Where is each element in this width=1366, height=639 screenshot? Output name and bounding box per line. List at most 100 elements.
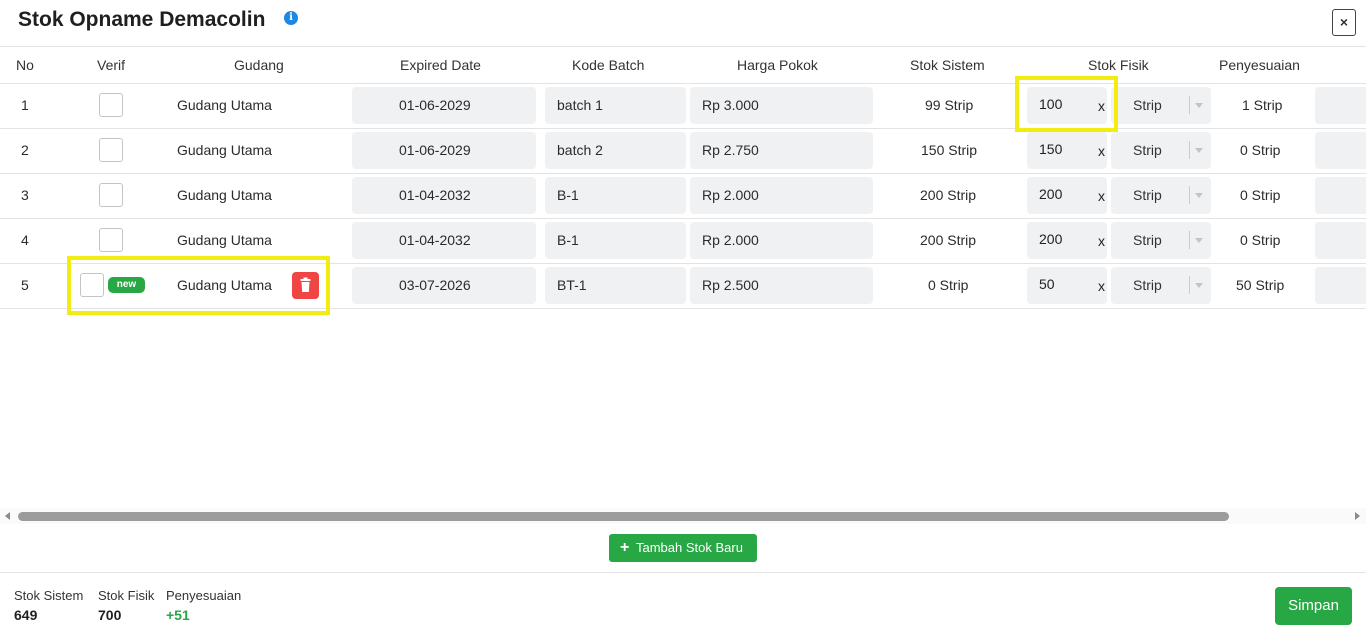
info-icon[interactable]: i bbox=[284, 11, 298, 25]
select-separator bbox=[1189, 141, 1190, 159]
unit-select[interactable]: Strip bbox=[1111, 132, 1211, 169]
scrollbar-thumb[interactable] bbox=[18, 512, 1229, 521]
scroll-left-icon[interactable] bbox=[5, 512, 10, 520]
scroll-right-icon[interactable] bbox=[1355, 512, 1360, 520]
stok-opname-modal: Stok Opname Demacolin i × No Verif Gudan… bbox=[0, 0, 1366, 639]
header-penyesuaian: Penyesuaian bbox=[1219, 57, 1300, 73]
select-separator bbox=[1189, 96, 1190, 114]
harga-pokok-field[interactable]: Rp 2.000 bbox=[690, 222, 873, 259]
add-stock-button[interactable]: + Tambah Stok Baru bbox=[609, 534, 757, 562]
kode-batch-field[interactable]: batch 2 bbox=[545, 132, 686, 169]
action-field[interactable] bbox=[1315, 132, 1366, 169]
expired-date-field[interactable]: 01-06-2029 bbox=[352, 132, 536, 169]
gudang-name: Gudang Utama bbox=[177, 142, 272, 158]
divider bbox=[0, 46, 1366, 47]
unit-select[interactable]: Strip bbox=[1111, 222, 1211, 259]
gudang-name: Gudang Utama bbox=[177, 97, 272, 113]
unit-value: Strip bbox=[1133, 97, 1162, 113]
table-row: 1 Gudang Utama 01-06-2029 batch 1 Rp 3.0… bbox=[0, 83, 1366, 128]
select-separator bbox=[1189, 276, 1190, 294]
action-field[interactable] bbox=[1315, 222, 1366, 259]
summary-penyesuaian-value: +51 bbox=[166, 607, 190, 623]
chevron-down-icon bbox=[1195, 148, 1203, 153]
close-button[interactable]: × bbox=[1332, 9, 1356, 36]
stok-fisik-input[interactable]: 50 x bbox=[1027, 267, 1107, 304]
row-number: 5 bbox=[21, 277, 29, 293]
stok-sistem-value: 150 Strip bbox=[921, 142, 978, 158]
plus-icon: + bbox=[620, 539, 630, 556]
stok-fisik-value: 200 bbox=[1039, 186, 1063, 202]
header-stok-sistem: Stok Sistem bbox=[910, 57, 985, 73]
action-field[interactable] bbox=[1315, 177, 1366, 214]
kode-batch-field[interactable]: B-1 bbox=[545, 222, 686, 259]
stok-fisik-input[interactable]: 150 x bbox=[1027, 132, 1107, 169]
stok-sistem-value: 0 Strip bbox=[928, 277, 969, 293]
row-number: 4 bbox=[21, 232, 29, 248]
header-expired-date: Expired Date bbox=[400, 57, 481, 73]
unit-select[interactable]: Strip bbox=[1111, 267, 1211, 304]
expired-date-field[interactable]: 01-06-2029 bbox=[352, 87, 536, 124]
summary-stok-sistem-label: Stok Sistem bbox=[14, 588, 84, 603]
penyesuaian-value: 1 Strip bbox=[1242, 97, 1283, 113]
expired-date-field[interactable]: 01-04-2032 bbox=[352, 177, 536, 214]
verif-checkbox[interactable] bbox=[99, 228, 123, 252]
select-separator bbox=[1189, 231, 1190, 249]
unit-select[interactable]: Strip bbox=[1111, 87, 1211, 124]
unit-value: Strip bbox=[1133, 232, 1162, 248]
modal-title: Stok Opname Demacolin bbox=[18, 8, 266, 31]
penyesuaian-value: 0 Strip bbox=[1240, 187, 1281, 203]
action-field[interactable] bbox=[1315, 267, 1366, 304]
header-gudang: Gudang bbox=[234, 57, 284, 73]
summary-stok-fisik-label: Stok Fisik bbox=[98, 588, 155, 603]
highlight-new-row bbox=[67, 256, 330, 315]
summary-stok-sistem-value: 649 bbox=[14, 607, 38, 623]
stok-sistem-value: 200 Strip bbox=[920, 232, 977, 248]
action-field[interactable] bbox=[1315, 87, 1366, 124]
verif-checkbox[interactable] bbox=[99, 138, 123, 162]
save-button[interactable]: Simpan bbox=[1275, 587, 1352, 625]
gudang-name: Gudang Utama bbox=[177, 187, 272, 203]
multiply-sign: x bbox=[1098, 278, 1105, 294]
gudang-name: Gudang Utama bbox=[177, 232, 272, 248]
unit-value: Strip bbox=[1133, 277, 1162, 293]
kode-batch-field[interactable]: batch 1 bbox=[545, 87, 686, 124]
harga-pokok-field[interactable]: Rp 2.750 bbox=[690, 132, 873, 169]
stok-fisik-value: 200 bbox=[1039, 231, 1063, 247]
stok-fisik-input[interactable]: 200 x bbox=[1027, 177, 1107, 214]
highlight-stok-fisik bbox=[1015, 76, 1118, 132]
table-row: 2 Gudang Utama 01-06-2029 batch 2 Rp 2.7… bbox=[0, 128, 1366, 173]
verif-checkbox[interactable] bbox=[99, 93, 123, 117]
chevron-down-icon bbox=[1195, 283, 1203, 288]
select-separator bbox=[1189, 186, 1190, 204]
chevron-down-icon bbox=[1195, 193, 1203, 198]
header-verif: Verif bbox=[97, 57, 126, 73]
unit-value: Strip bbox=[1133, 142, 1162, 158]
kode-batch-field[interactable]: B-1 bbox=[545, 177, 686, 214]
stok-fisik-value: 150 bbox=[1039, 141, 1063, 157]
stok-fisik-input[interactable]: 200 x bbox=[1027, 222, 1107, 259]
header-no: No bbox=[16, 57, 34, 73]
expired-date-field[interactable]: 03-07-2026 bbox=[352, 267, 536, 304]
chevron-down-icon bbox=[1195, 103, 1203, 108]
unit-value: Strip bbox=[1133, 187, 1162, 203]
header-harga-pokok: Harga Pokok bbox=[737, 57, 818, 73]
kode-batch-field[interactable]: BT-1 bbox=[545, 267, 686, 304]
footer-divider bbox=[0, 572, 1366, 573]
table-row: 3 Gudang Utama 01-04-2032 B-1 Rp 2.000 2… bbox=[0, 173, 1366, 218]
row-number: 1 bbox=[21, 97, 29, 113]
row-number: 2 bbox=[21, 142, 29, 158]
expired-date-field[interactable]: 01-04-2032 bbox=[352, 222, 536, 259]
stok-sistem-value: 99 Strip bbox=[925, 97, 974, 113]
multiply-sign: x bbox=[1098, 233, 1105, 249]
penyesuaian-value: 50 Strip bbox=[1236, 277, 1285, 293]
harga-pokok-field[interactable]: Rp 2.000 bbox=[690, 177, 873, 214]
harga-pokok-field[interactable]: Rp 2.500 bbox=[690, 267, 873, 304]
verif-checkbox[interactable] bbox=[99, 183, 123, 207]
harga-pokok-field[interactable]: Rp 3.000 bbox=[690, 87, 873, 124]
unit-select[interactable]: Strip bbox=[1111, 177, 1211, 214]
penyesuaian-value: 0 Strip bbox=[1240, 232, 1281, 248]
chevron-down-icon bbox=[1195, 238, 1203, 243]
stok-fisik-value: 50 bbox=[1039, 276, 1055, 292]
summary-penyesuaian-label: Penyesuaian bbox=[166, 588, 242, 603]
summary-stok-fisik-value: 700 bbox=[98, 607, 122, 623]
